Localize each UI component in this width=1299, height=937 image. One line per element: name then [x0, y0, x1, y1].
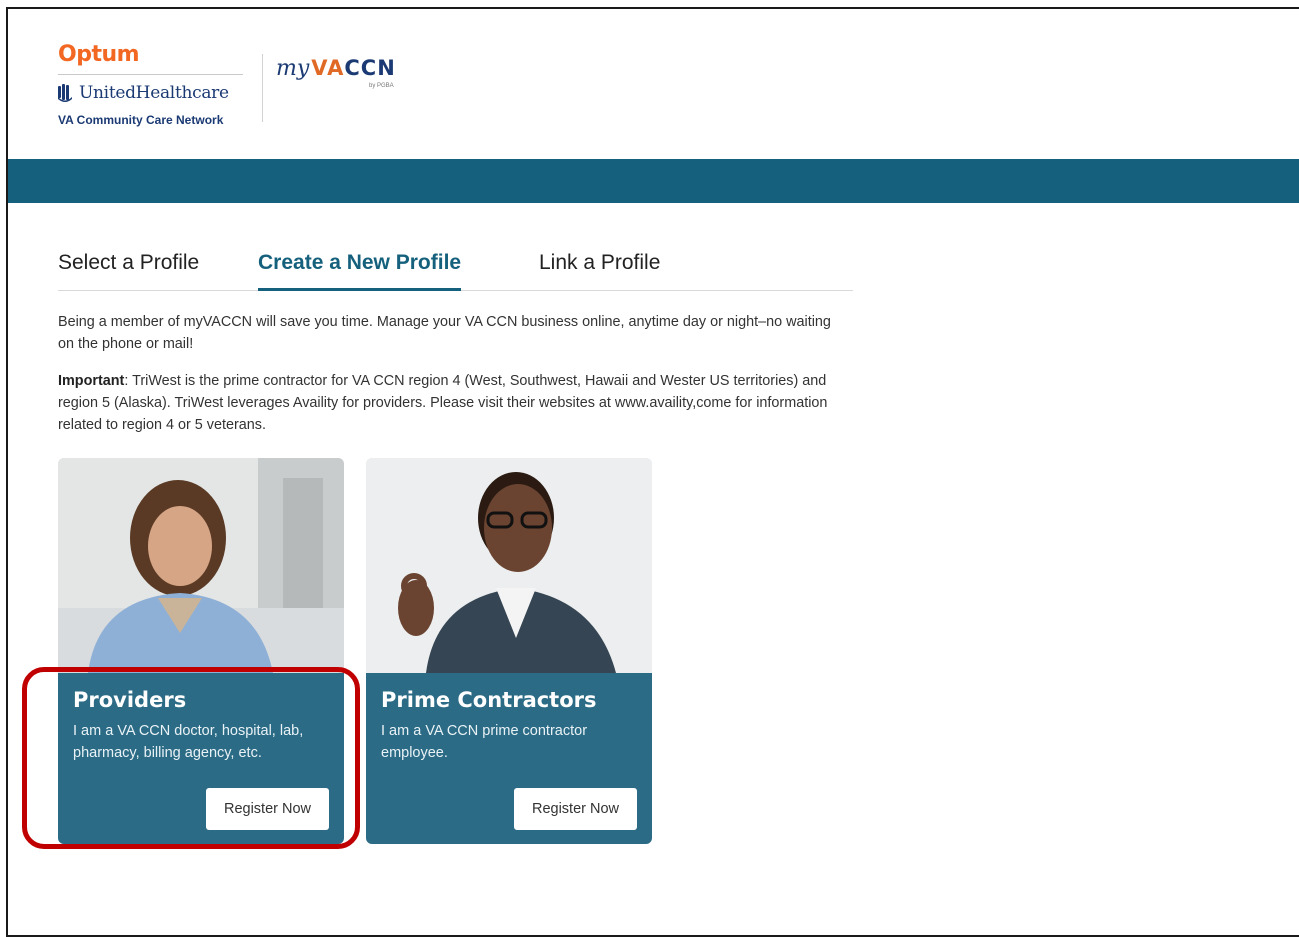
- contractor-photo: [366, 458, 652, 673]
- contractors-register-button[interactable]: Register Now: [514, 788, 637, 830]
- optum-logo-text: Optum: [58, 42, 140, 67]
- logo-rule: [58, 74, 243, 75]
- providers-card[interactable]: Providers I am a VA CCN doctor, hospital…: [58, 458, 344, 844]
- myvaccn-ccn: CCN: [344, 56, 396, 80]
- important-notice: Important: TriWest is the prime contract…: [58, 370, 848, 436]
- header-banner: [8, 159, 1299, 203]
- important-text: : TriWest is the prime contractor for VA…: [58, 373, 828, 433]
- profile-tabs: Select a Profile Create a New Profile Li…: [58, 246, 853, 291]
- intro-text: Being a member of myVACCN will save you …: [58, 314, 831, 352]
- network-name: VA Community Care Network: [58, 113, 224, 127]
- provider-photo: [58, 458, 344, 673]
- myvaccn-my: my: [276, 56, 310, 81]
- by-pgba-text: by PGBA: [369, 83, 394, 89]
- providers-description: I am a VA CCN doctor, hospital, lab, pha…: [73, 723, 304, 761]
- tab-link-profile[interactable]: Link a Profile: [539, 246, 660, 288]
- logo-divider: [262, 54, 263, 122]
- optum-uhc-logo: Optum UnitedHealthcare VA Community Care…: [58, 42, 243, 127]
- uhc-logo-text: UnitedHealthcare: [79, 83, 229, 103]
- myvaccn-logo: my VA CCN: [276, 56, 396, 81]
- tab-create-new-profile[interactable]: Create a New Profile: [258, 246, 462, 291]
- tab-select-profile[interactable]: Select a Profile: [58, 246, 199, 288]
- myvaccn-va: VA: [311, 56, 345, 80]
- contractors-description: I am a VA CCN prime contractor employee.: [381, 723, 588, 761]
- providers-title: Providers: [73, 688, 187, 712]
- uhc-shield-icon: [58, 84, 72, 102]
- providers-register-button[interactable]: Register Now: [206, 788, 329, 830]
- prime-contractors-card[interactable]: Prime Contractors I am a VA CCN prime co…: [366, 458, 652, 844]
- contractors-title: Prime Contractors: [381, 688, 597, 712]
- important-label: Important: [58, 373, 125, 389]
